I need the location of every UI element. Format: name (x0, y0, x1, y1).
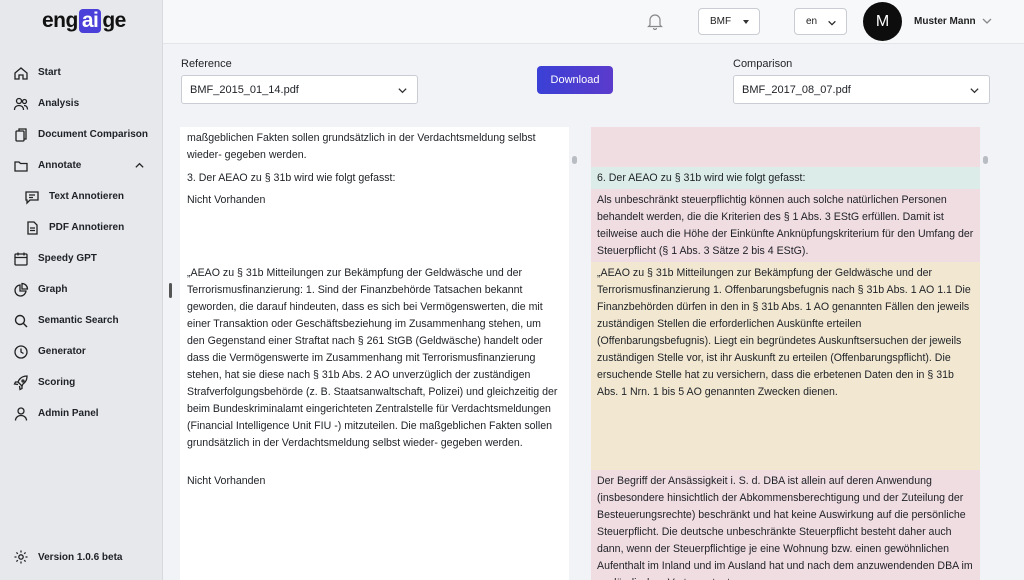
comparison-file-select[interactable]: BMF_2017_08_07.pdf (733, 75, 990, 104)
reference-text-panel[interactable]: maßgeblichen Fakten sollen grundsätzlich… (180, 127, 569, 580)
comment-icon (24, 189, 40, 205)
chevron-down-icon (970, 88, 979, 94)
calendar-icon (13, 251, 29, 267)
comparison-diff-text: Der Begriff der Ansässigkeit i. S. d. DB… (597, 475, 973, 580)
clock-icon (13, 344, 29, 360)
sidebar-item-annotate[interactable]: Annotate (0, 150, 163, 181)
sidebar-item-label: Analysis (38, 98, 80, 109)
reference-text-block: Nicht Vorhanden (187, 194, 266, 206)
comparison-scrollbar[interactable] (983, 156, 988, 164)
reference-text-block: maßgeblichen Fakten sollen grundsätzlich… (187, 132, 536, 161)
sidebar-item-label: Annotate (38, 160, 82, 171)
sidebar-resize-handle[interactable] (169, 283, 172, 298)
sidebar-item-graph[interactable]: Graph (0, 274, 163, 305)
organization-select[interactable]: BMF (698, 8, 760, 35)
comparison-diff-block: „AEAO zu § 31b Mitteilungen zur Bekämpfu… (591, 262, 980, 470)
sidebar-item-label: Graph (38, 284, 68, 295)
comparison-diff-block: Der Begriff der Ansässigkeit i. S. d. DB… (591, 470, 980, 580)
sidebar-item-semantic-search[interactable]: Semantic Search (0, 305, 163, 336)
sidebar-item-generator[interactable]: Generator (0, 336, 163, 367)
version-label: Version 1.0.6 beta (38, 551, 123, 563)
organization-select-value: BMF (710, 16, 732, 27)
sidebar-item-label: PDF Annotieren (49, 222, 125, 233)
comparison-diff-block (591, 127, 980, 167)
sidebar-item-label: Start (38, 67, 61, 78)
sidebar-item-label: Semantic Search (38, 315, 119, 326)
sidebar-nav: Start Analysis Document Comparison Annot… (0, 57, 163, 429)
reference-label: Reference (181, 58, 232, 70)
home-icon (13, 65, 29, 81)
folder-icon (13, 158, 29, 174)
comparison-diff-text: „AEAO zu § 31b Mitteilungen zur Bekämpfu… (597, 267, 971, 398)
chevron-down-icon[interactable] (981, 15, 993, 27)
reference-file-select[interactable]: BMF_2015_01_14.pdf (181, 75, 418, 104)
language-select-value: en (806, 16, 818, 27)
language-select[interactable]: en (794, 8, 847, 35)
reference-text-block: 3. Der AEAO zu § 31b wird wie folgt gefa… (187, 172, 396, 184)
sidebar-item-analysis[interactable]: Analysis (0, 88, 163, 119)
reference-text-block: Nicht Vorhanden (187, 475, 266, 487)
comparison-text-panel[interactable]: 6. Der AEAO zu § 31b wird wie folgt gefa… (591, 127, 980, 580)
sidebar-item-text-annotieren[interactable]: Text Annotieren (0, 181, 163, 212)
sidebar-item-document-comparison[interactable]: Document Comparison (0, 119, 163, 150)
reference-scrollbar[interactable] (572, 156, 577, 164)
logo-suffix: ge (102, 9, 126, 32)
bell-icon[interactable] (647, 12, 663, 30)
sidebar-item-label: Generator (38, 346, 86, 357)
comparison-diff-text: Als unbeschränkt steuerpflichtig können … (597, 194, 974, 257)
comparison-diff-block: Als unbeschränkt steuerpflichtig können … (591, 189, 980, 262)
download-button[interactable]: Download (537, 66, 613, 94)
app-version[interactable]: Version 1.0.6 beta (13, 549, 123, 565)
sidebar: eng ai ge Start Analysis Document Comparis… (0, 0, 163, 580)
avatar[interactable]: M (863, 2, 902, 41)
chevron-up-icon[interactable] (134, 160, 145, 171)
pie-chart-icon (13, 282, 29, 298)
app-logo[interactable]: eng ai ge (42, 9, 126, 33)
users-icon (13, 96, 29, 112)
sidebar-item-label: Scoring (38, 377, 76, 388)
reference-text-block: „AEAO zu § 31b Mitteilungen zur Bekämpfu… (187, 267, 558, 449)
sidebar-item-label: Admin Panel (38, 408, 99, 419)
user-name[interactable]: Muster Mann (914, 16, 976, 27)
rocket-icon (13, 374, 29, 391)
caret-down-icon (743, 20, 749, 24)
file-icon (24, 220, 40, 236)
comparison-label: Comparison (733, 58, 793, 70)
sidebar-item-label: Speedy GPT (38, 253, 97, 264)
sidebar-item-pdf-annotieren[interactable]: PDF Annotieren (0, 212, 163, 243)
search-icon (13, 313, 29, 329)
sidebar-item-label: Document Comparison (38, 129, 149, 140)
user-icon (13, 406, 29, 422)
top-bar: BMF en M Muster Mann (163, 0, 1024, 44)
chevron-down-icon (398, 88, 407, 94)
sidebar-item-scoring[interactable]: Scoring (0, 367, 163, 398)
logo-prefix: eng (42, 9, 78, 32)
sidebar-item-label: Text Annotieren (49, 191, 125, 202)
logo-ai: ai (78, 9, 102, 33)
sidebar-item-admin-panel[interactable]: Admin Panel (0, 398, 163, 429)
gear-icon (13, 549, 29, 565)
sidebar-item-start[interactable]: Start (0, 57, 163, 88)
comparison-file-value: BMF_2017_08_07.pdf (742, 83, 851, 96)
chevron-down-icon (828, 20, 836, 26)
documents-icon (13, 127, 29, 143)
reference-file-value: BMF_2015_01_14.pdf (190, 83, 299, 96)
comparison-diff-text: 6. Der AEAO zu § 31b wird wie folgt gefa… (597, 172, 806, 184)
sidebar-item-speedy-gpt[interactable]: Speedy GPT (0, 243, 163, 274)
comparison-diff-block: 6. Der AEAO zu § 31b wird wie folgt gefa… (591, 167, 980, 189)
